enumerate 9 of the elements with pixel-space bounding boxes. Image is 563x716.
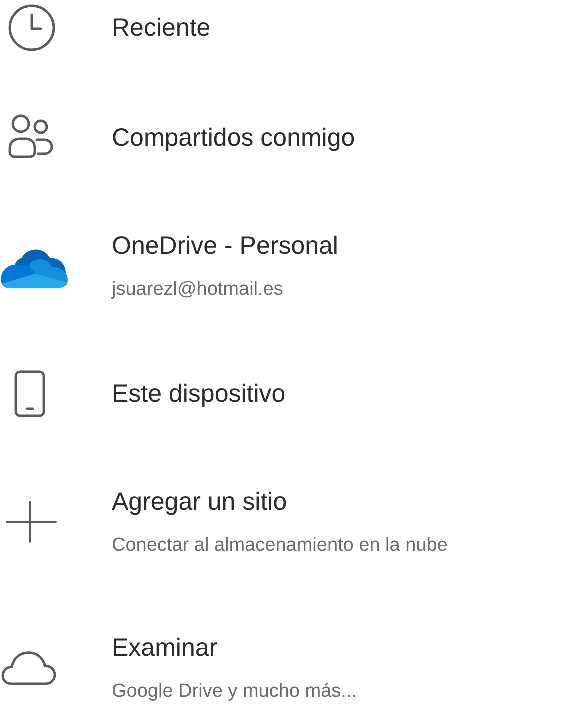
item-title[interactable]: Reciente (112, 14, 211, 42)
item-title[interactable]: Examinar (112, 634, 357, 662)
item-title[interactable]: Compartidos conmigo (112, 124, 356, 152)
item-subtitle: jsuarezl@hotmail.es (112, 278, 284, 300)
item-subtitle: Google Drive y mucho más... (112, 680, 357, 702)
item-title[interactable]: OneDrive - Personal (112, 232, 338, 260)
item-subtitle: Conectar al almacenamiento en la nube (112, 534, 448, 556)
item-title[interactable]: Este dispositivo (112, 380, 286, 408)
item-title[interactable]: Agregar un sitio (112, 488, 448, 516)
